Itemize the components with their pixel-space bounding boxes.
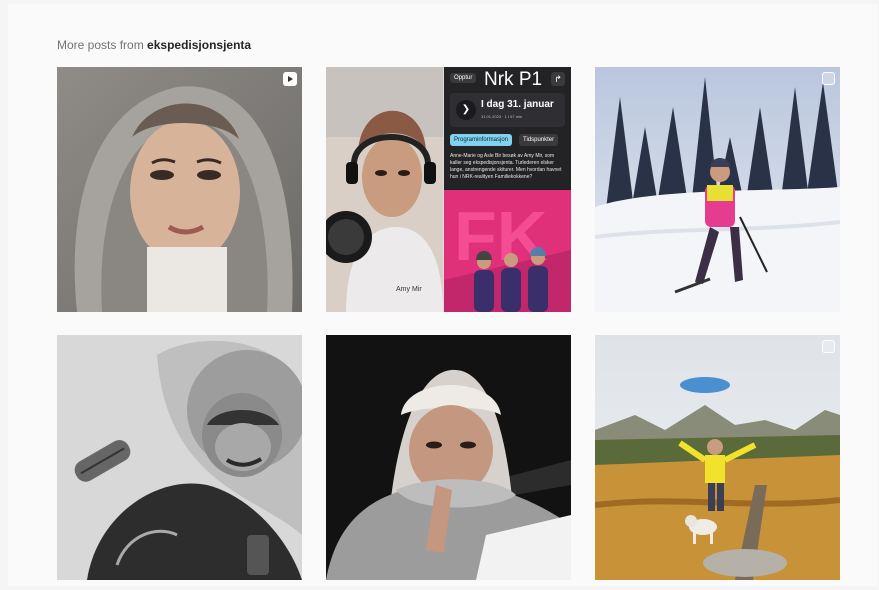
post-thumbnail-2[interactable]: Amy Mir Opptur Nrk P1 ↱ ❯ I dag 31. janu… <box>326 67 571 312</box>
post-1-image <box>57 67 302 312</box>
tab-programinformasjon: Programinformasjon <box>450 134 513 146</box>
post-3-image <box>595 67 840 312</box>
nrk-app-panel: Opptur Nrk P1 ↱ ❯ I dag 31. januar 31.01… <box>444 67 571 189</box>
profile-username-link[interactable]: ekspedisjonsjenta <box>147 38 251 52</box>
post-thumbnail-4[interactable] <box>57 335 302 580</box>
nrk-app-screenshot: Opptur Nrk P1 ↱ ❯ I dag 31. januar 31.01… <box>444 67 571 312</box>
more-posts-heading: More posts from ekspedisjonsjenta <box>57 38 251 52</box>
opptur-button: Opptur <box>450 73 477 83</box>
fk-show-photo: FK <box>444 190 571 312</box>
episode-time: 31.01.2023 · 1 t 57 min <box>481 114 523 119</box>
post-thumbnail-3[interactable] <box>595 67 840 312</box>
reel-icon <box>283 72 297 86</box>
episode-card: ❯ I dag 31. januar 31.01.2023 · 1 t 57 m… <box>450 93 565 127</box>
post-4-image <box>57 335 302 580</box>
svg-text:FK: FK <box>454 197 547 275</box>
heading-prefix: More posts from <box>57 38 144 52</box>
radio-studio-photo: Amy Mir <box>326 67 443 312</box>
episode-date: I dag 31. januar <box>481 99 554 110</box>
carousel-icon <box>822 72 835 85</box>
share-icon: ↱ <box>551 72 565 86</box>
tab-tidspunkter: Tidspunkter <box>519 134 559 146</box>
mic-label: Amy Mir <box>396 286 422 293</box>
carousel-icon <box>822 340 835 353</box>
post-thumbnail-5[interactable] <box>326 335 571 580</box>
post-5-image <box>326 335 571 580</box>
channel-title: Nrk P1 <box>484 69 543 90</box>
post-thumbnail-1[interactable] <box>57 67 302 312</box>
episode-description: Anne-Marie og Asle Bir besøk av Amy Mir,… <box>450 153 562 180</box>
play-icon: ❯ <box>456 100 476 120</box>
post-thumbnail-6[interactable] <box>595 335 840 580</box>
post-6-image <box>595 335 840 580</box>
